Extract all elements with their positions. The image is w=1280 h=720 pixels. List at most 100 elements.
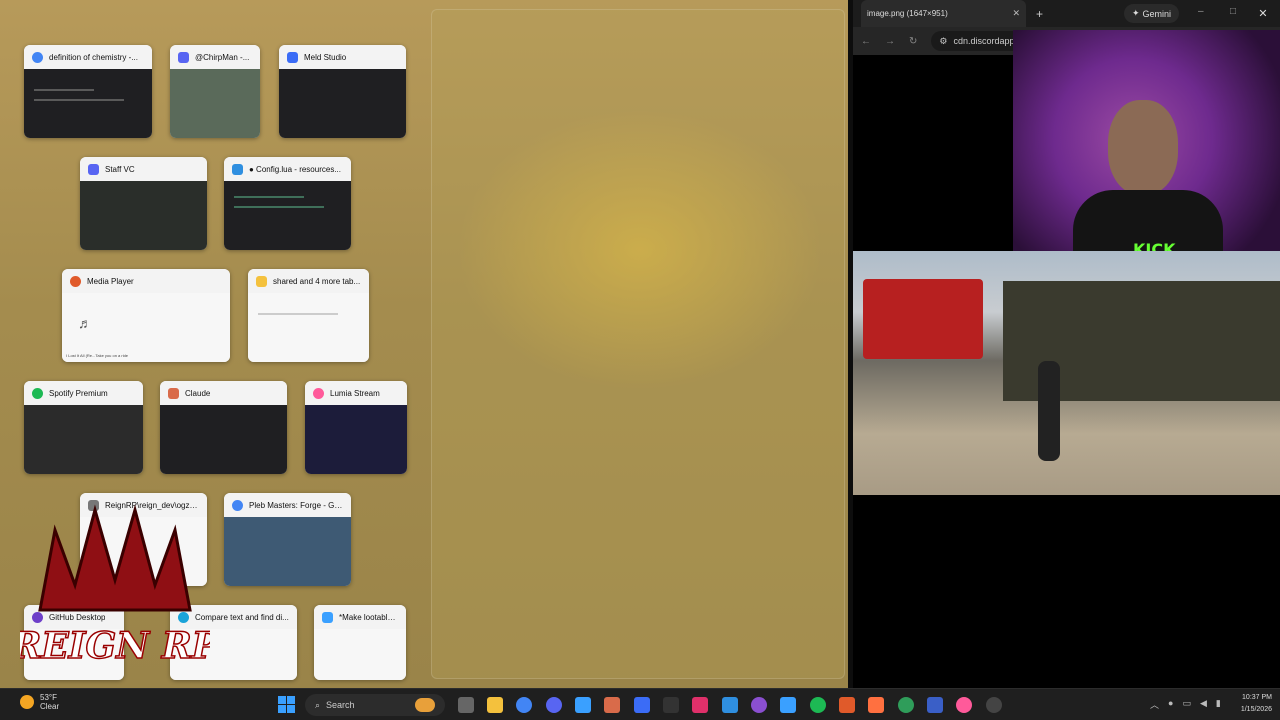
tab-image-png[interactable]: image.png (1647×951) ✕ [861, 0, 1026, 27]
maximize-icon[interactable]: □ [1230, 6, 1236, 17]
truck [863, 279, 983, 359]
sparkle-icon: ✦ [1132, 8, 1140, 18]
thumb-title: ● Config.lua - resources... [249, 164, 341, 174]
close-window-button[interactable]: ✕ [1246, 0, 1280, 27]
gemini-label: Gemini [1142, 8, 1172, 19]
thumb-title: Meld Studio [304, 52, 347, 62]
window-thumb-pleb-masters[interactable]: Pleb Masters: Forge - GT... [224, 493, 351, 586]
media-player-icon[interactable] [839, 697, 855, 713]
thumb-header: Media Player [62, 269, 230, 293]
thumb-header: Lumia Stream [305, 381, 407, 405]
notepad-icon[interactable] [780, 697, 796, 713]
window-thumb-claude[interactable]: Claude [160, 381, 287, 474]
app-icon-hs[interactable] [898, 697, 914, 713]
mic-icon[interactable]: ● [1168, 698, 1173, 711]
lumia-icon [313, 387, 324, 399]
thumb-preview [314, 629, 406, 680]
task-view-icon[interactable] [458, 697, 474, 713]
window-thumb-discord-chirpman[interactable]: @ChirpMan -... [170, 45, 260, 138]
gemini-button[interactable]: ✦ Gemini [1124, 4, 1180, 23]
window-thumb-meld-studio[interactable]: Meld Studio [279, 45, 406, 138]
now-playing-caption: I Lost It All (Re...Take you on a ride [66, 353, 129, 358]
close-icon: ✕ [1258, 8, 1268, 20]
thumb-header: *Make lootable... [314, 605, 406, 629]
notepad-icon [322, 611, 333, 623]
folder-icon [256, 275, 267, 287]
start-button[interactable] [278, 696, 295, 713]
thumb-title: definition of chemistry -... [49, 52, 138, 62]
meld-icon[interactable] [634, 697, 650, 713]
window-thumb-lumia-stream[interactable]: Lumia Stream [305, 381, 407, 474]
minimize-icon[interactable]: – [1198, 6, 1204, 17]
obs-icon[interactable] [751, 697, 767, 713]
network-icon[interactable]: ▭ [1182, 698, 1191, 711]
media-player-icon [70, 275, 81, 287]
system-tray: ︿ ● ▭ ◀ ▮ [1150, 698, 1221, 711]
taskbar-search[interactable]: ⌕ Search [305, 694, 445, 716]
app-icon-4[interactable] [986, 697, 1002, 713]
desktop: definition of chemistry -... @ChirpMan -… [0, 0, 1280, 720]
thumb-preview: ♬ I Lost It All (Re...Take you on a ride [62, 293, 230, 362]
vscode-icon [232, 163, 243, 175]
file-explorer-icon[interactable] [487, 697, 503, 713]
thumb-title: *Make lootable... [339, 612, 398, 622]
vscode-icon[interactable] [722, 697, 738, 713]
window-thumb-vscode-config[interactable]: ● Config.lua - resources... [224, 157, 351, 250]
clock[interactable]: 10:37 PM 1/15/2026 [1241, 692, 1272, 716]
snipping-tool-icon[interactable] [575, 697, 591, 713]
thumb-preview [279, 69, 406, 138]
app-icon-3[interactable] [927, 697, 943, 713]
app-icon-2[interactable] [868, 697, 884, 713]
tab-close-icon[interactable]: ✕ [1012, 8, 1020, 19]
weather-temp: 53°F [40, 693, 57, 702]
spotify-icon[interactable] [810, 697, 826, 713]
chevron-up-icon[interactable]: ︿ [1150, 698, 1159, 711]
chrome-icon [232, 499, 243, 511]
forward-icon[interactable]: → [885, 36, 895, 47]
thumb-header: Pleb Masters: Forge - GT... [224, 493, 351, 517]
logo-text: REIGN RP [20, 625, 210, 667]
spotify-icon [32, 387, 43, 399]
tab-strip: image.png (1647×951) ✕ + ✦ Gemini – □ ✕ [853, 0, 1280, 27]
discord-icon [88, 163, 99, 175]
window-thumb-notepad[interactable]: *Make lootable... [314, 605, 406, 680]
window-thumb-file-explorer[interactable]: shared and 4 more tab... [248, 269, 369, 362]
thumb-preview [224, 181, 351, 250]
window-thumb-media-player[interactable]: Media Player ♬ I Lost It All (Re...Take … [62, 269, 230, 362]
thumb-header: Spotify Premium [24, 381, 143, 405]
thumb-title: Lumia Stream [330, 388, 380, 398]
back-icon[interactable]: ← [861, 36, 871, 47]
chrome-icon[interactable] [516, 697, 532, 713]
thumb-title: Staff VC [105, 164, 135, 174]
thumb-preview [224, 517, 351, 586]
claude-icon [168, 387, 179, 399]
music-note-icon: ♬ [78, 315, 92, 331]
claude-icon[interactable] [604, 697, 620, 713]
window-thumb-discord-staff-vc[interactable]: Staff VC [80, 157, 207, 250]
thumb-header: Staff VC [80, 157, 207, 181]
thumb-header: definition of chemistry -... [24, 45, 152, 69]
app-icon[interactable] [692, 697, 708, 713]
browser-window[interactable]: image.png (1647×951) ✕ + ✦ Gemini – □ ✕ … [853, 0, 1280, 688]
snap-target-pane[interactable] [431, 9, 845, 679]
terminal-icon[interactable] [663, 697, 679, 713]
new-tab-button[interactable]: + [1036, 7, 1043, 21]
weather-desc: Clear [40, 702, 60, 711]
search-icon: ⌕ [315, 699, 321, 710]
window-thumb-chrome-chemistry[interactable]: definition of chemistry -... [24, 45, 152, 138]
volume-icon[interactable]: ◀ [1200, 698, 1207, 711]
thumb-header: shared and 4 more tab... [248, 269, 369, 293]
discord-icon [178, 51, 189, 63]
lumia-icon[interactable] [956, 697, 972, 713]
thumb-header: @ChirpMan -... [170, 45, 260, 69]
thumb-title: Pleb Masters: Forge - GT... [249, 500, 343, 510]
discord-icon[interactable] [546, 697, 562, 713]
weather-widget[interactable]: 53°F Clear [20, 693, 59, 711]
window-thumb-spotify[interactable]: Spotify Premium [24, 381, 143, 474]
search-placeholder: Search [326, 700, 355, 710]
battery-icon[interactable]: ▮ [1216, 698, 1221, 711]
weather-text: 53°F Clear [40, 693, 59, 711]
chrome-icon [32, 51, 43, 63]
reload-icon[interactable]: ↻ [909, 36, 917, 47]
thumb-preview [170, 69, 260, 138]
